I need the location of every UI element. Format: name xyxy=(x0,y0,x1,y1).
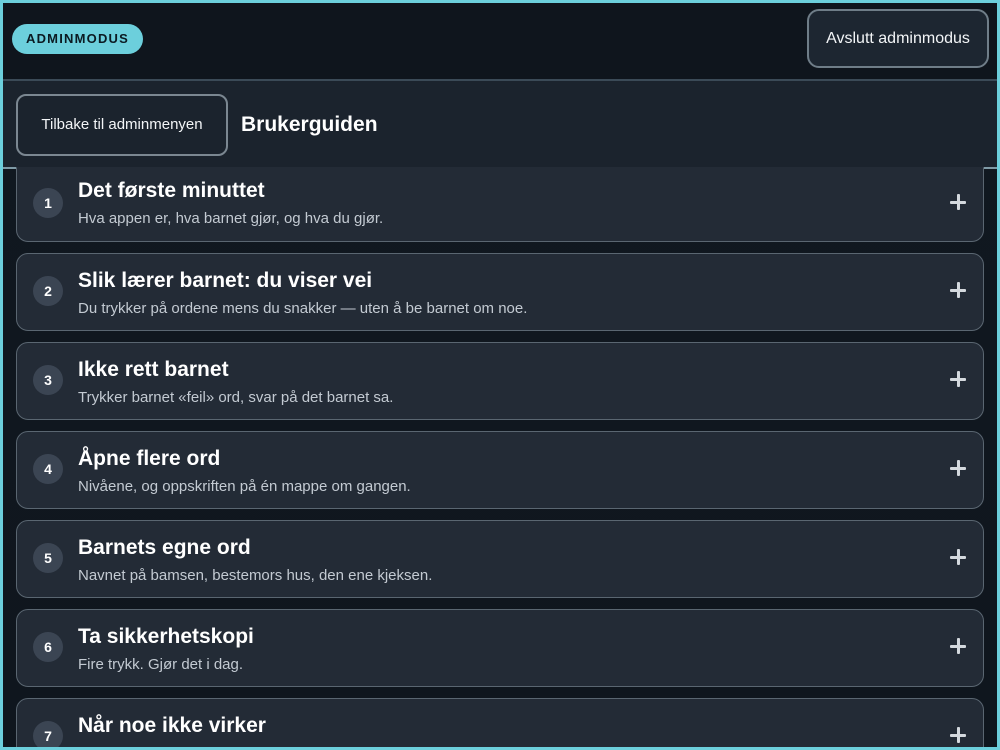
app-frame: ADMINMODUS Avslutt adminmodus Tilbake ti… xyxy=(0,0,1000,750)
guide-item[interactable]: 6 Ta sikkerhetskopi Fire trykk. Gjør det… xyxy=(16,609,984,687)
guide-item-title: Ta sikkerhetskopi xyxy=(78,625,254,648)
plus-icon[interactable] xyxy=(950,194,966,210)
step-number-badge: 1 xyxy=(33,188,63,218)
guide-item-title: Når noe ikke virker xyxy=(78,714,266,737)
page-title: Brukerguiden xyxy=(241,113,378,136)
guide-item[interactable]: 1 Det første minuttet Hva appen er, hva … xyxy=(16,167,984,242)
guide-item-title: Åpne flere ord xyxy=(78,447,221,470)
guide-item[interactable]: 4 Åpne flere ord Nivåene, og oppskriften… xyxy=(16,431,984,509)
step-number-badge: 6 xyxy=(33,632,63,662)
plus-icon[interactable] xyxy=(950,282,966,298)
guide-item-description: Nivåene, og oppskriften på én mappe om g… xyxy=(78,478,411,495)
step-number-badge: 4 xyxy=(33,454,63,484)
sub-header: Tilbake til adminmenyen Brukerguiden xyxy=(3,81,997,169)
top-bar: ADMINMODUS Avslutt adminmodus xyxy=(3,3,997,81)
guide-item-description: Navnet på bamsen, bestemors hus, den ene… xyxy=(78,567,433,584)
guide-item-title: Ikke rett barnet xyxy=(78,358,229,381)
guide-list: 1 Det første minuttet Hva appen er, hva … xyxy=(16,167,984,747)
plus-icon[interactable] xyxy=(950,638,966,654)
plus-icon[interactable] xyxy=(950,549,966,565)
plus-icon[interactable] xyxy=(950,371,966,387)
guide-item-title: Slik lærer barnet: du viser vei xyxy=(78,269,373,292)
plus-icon[interactable] xyxy=(950,460,966,476)
step-number-badge: 2 xyxy=(33,276,63,306)
guide-item-title: Det første minuttet xyxy=(78,179,265,202)
admin-mode-badge: ADMINMODUS xyxy=(12,24,143,54)
exit-admin-button[interactable]: Avslutt adminmodus xyxy=(807,9,989,68)
back-to-admin-menu-button[interactable]: Tilbake til adminmenyen xyxy=(16,94,228,156)
step-number-badge: 5 xyxy=(33,543,63,573)
guide-item[interactable]: 5 Barnets egne ord Navnet på bamsen, bes… xyxy=(16,520,984,598)
guide-item-description: Du trykker på ordene mens du snakker — u… xyxy=(78,300,528,317)
guide-item-title: Barnets egne ord xyxy=(78,536,251,559)
step-number-badge: 7 xyxy=(33,721,63,747)
guide-item[interactable]: 2 Slik lærer barnet: du viser vei Du try… xyxy=(16,253,984,331)
guide-item-description: Hva appen er, hva barnet gjør, og hva du… xyxy=(78,210,384,227)
step-number-badge: 3 xyxy=(33,365,63,395)
guide-item-description: Fire trykk. Gjør det i dag. xyxy=(78,656,244,673)
guide-item[interactable]: 7 Når noe ikke virker xyxy=(16,698,984,747)
guide-item-description: Trykker barnet «feil» ord, svar på det b… xyxy=(78,389,394,406)
guide-item[interactable]: 3 Ikke rett barnet Trykker barnet «feil»… xyxy=(16,342,984,420)
plus-icon[interactable] xyxy=(950,727,966,743)
